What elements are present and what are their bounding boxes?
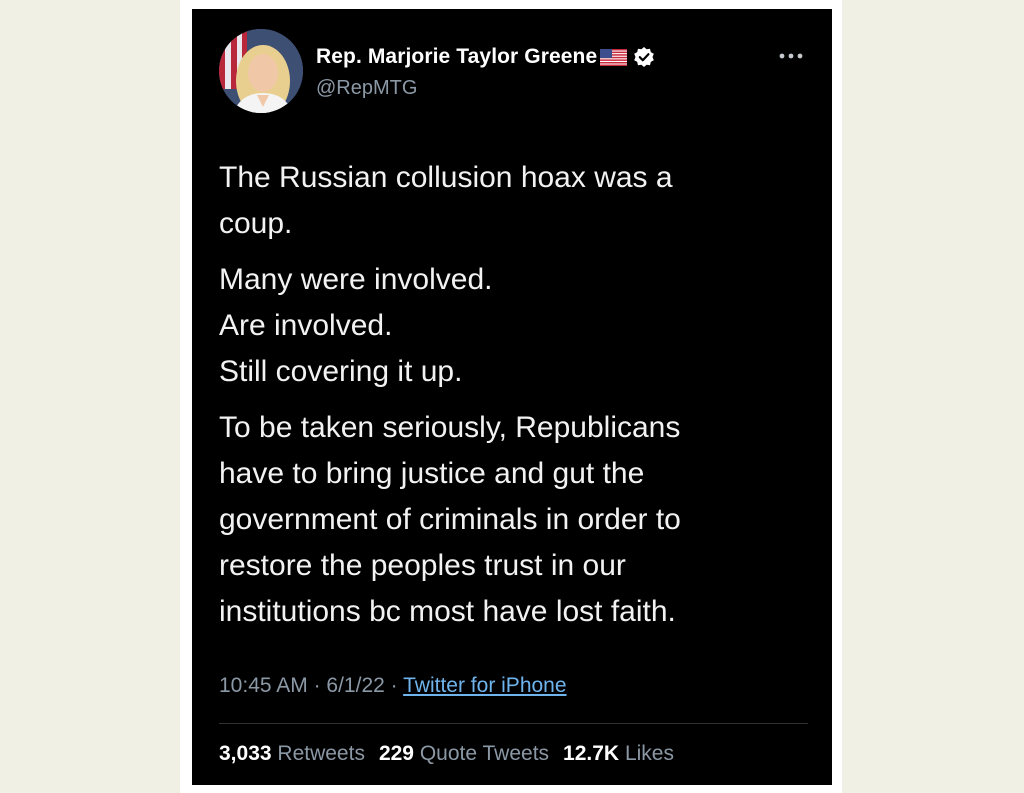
tweet-time[interactable]: 10:45 AM [219, 674, 308, 697]
more-horizontal-icon[interactable] [776, 49, 806, 63]
tweet-stats: 3,033 Retweets 229 Quote Tweets 12.7K Li… [219, 742, 674, 766]
quote-tweets-stat[interactable]: 229 Quote Tweets [379, 742, 549, 766]
author-display-name[interactable]: Rep. Marjorie Taylor Greene [316, 45, 597, 69]
us-flag-icon [600, 48, 628, 66]
author-name-row[interactable]: Rep. Marjorie Taylor Greene [316, 44, 655, 70]
tweet-line: The Russian collusion hoax was a [219, 161, 673, 194]
tweet-line: To be taken seriously, Republicans [219, 411, 681, 444]
meta-separator: · [390, 674, 398, 697]
tweet-line: coup. [219, 207, 293, 240]
tweet-meta: 10:45 AM · 6/1/22 · Twitter for iPhone [219, 674, 567, 698]
meta-separator: · [313, 674, 321, 697]
tweet-line: Are involved. [219, 309, 393, 342]
retweets-stat[interactable]: 3,033 Retweets [219, 742, 365, 766]
retweets-label: Retweets [277, 742, 365, 765]
likes-count: 12.7K [563, 742, 620, 765]
likes-stat[interactable]: 12.7K Likes [563, 742, 674, 766]
tweet-line: have to bring justice and gut the [219, 457, 645, 490]
tweet-date[interactable]: 6/1/22 [326, 674, 384, 697]
verified-badge-icon [633, 46, 655, 68]
tweet-paragraph: Many were involved. Are involved. Still … [219, 257, 809, 395]
quote-tweets-label: Quote Tweets [419, 742, 550, 765]
tweet-text: The Russian collusion hoax was a coup. M… [219, 155, 809, 645]
tweet-source-link[interactable]: Twitter for iPhone [403, 674, 566, 697]
tweet-paragraph: The Russian collusion hoax was a coup. [219, 155, 809, 247]
tweet-card: Rep. Marjorie Taylor Greene @RepMTG The … [192, 9, 832, 785]
divider [219, 723, 808, 724]
author-handle[interactable]: @RepMTG [316, 77, 417, 100]
quote-tweets-count: 229 [378, 742, 414, 765]
tweet-line: government of criminals in order to [219, 503, 681, 536]
tweet-paragraph: To be taken seriously, Republicans have … [219, 405, 809, 635]
tweet-line: Many were involved. [219, 263, 493, 296]
likes-label: Likes [624, 742, 674, 765]
tweet-line: restore the peoples trust in our [219, 549, 626, 582]
tweet-line: institutions bc most have lost faith. [219, 595, 676, 628]
tweet-line: Still covering it up. [219, 355, 463, 388]
avatar[interactable] [219, 29, 303, 113]
retweets-count: 3,033 [219, 742, 272, 765]
